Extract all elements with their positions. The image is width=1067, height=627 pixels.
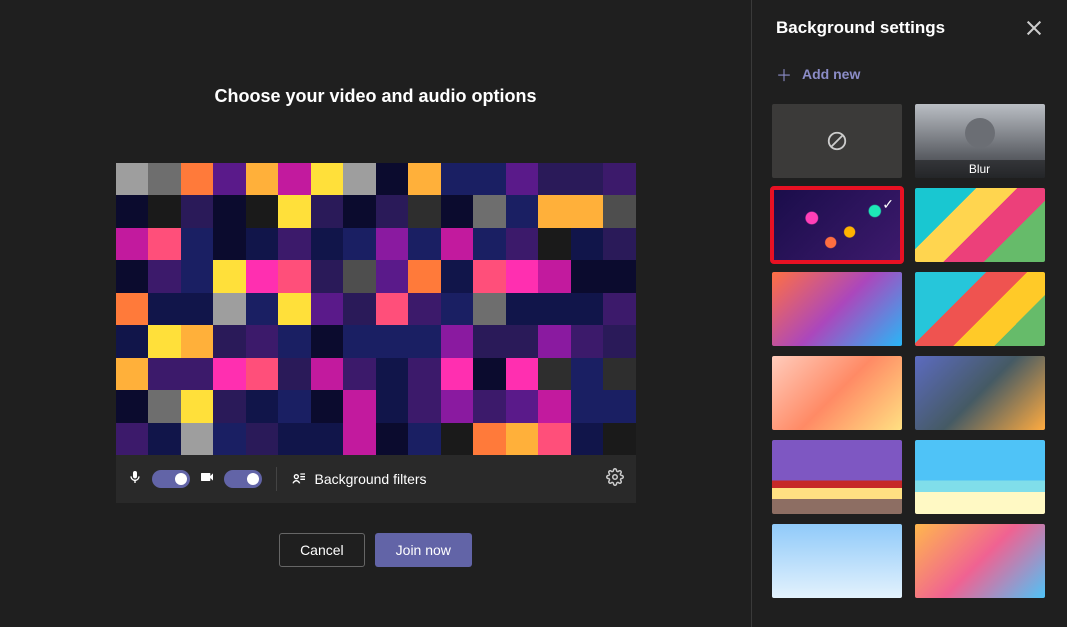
background-tile-hands[interactable]	[772, 272, 902, 346]
divider	[276, 467, 277, 491]
background-tile-beach[interactable]	[915, 440, 1045, 514]
add-new-button[interactable]: ＋ Add new	[752, 50, 1067, 104]
background-tile-vote[interactable]	[915, 272, 1045, 346]
main-area: Choose your video and audio options	[0, 0, 751, 627]
background-filters-label: Background filters	[315, 471, 427, 487]
background-tile-shelf[interactable]	[772, 440, 902, 514]
background-tile-lights[interactable]: ✓	[772, 188, 902, 262]
background-options-scroll[interactable]: Blur ✓	[752, 104, 1067, 627]
background-tile-sunset[interactable]	[915, 524, 1045, 598]
background-filters-icon	[291, 470, 307, 489]
mic-toggle[interactable]	[152, 470, 190, 488]
background-tile-living[interactable]	[915, 356, 1045, 430]
action-buttons: Cancel Join now	[0, 533, 751, 567]
video-wrap: Background filters	[116, 163, 636, 503]
camera-icon	[198, 469, 216, 490]
background-tile-tropical[interactable]	[915, 188, 1045, 262]
background-tile-none[interactable]	[772, 104, 902, 178]
panel-title: Background settings	[776, 18, 945, 38]
background-tile-blur[interactable]: Blur	[915, 104, 1045, 178]
background-tile-sky[interactable]	[772, 524, 902, 598]
background-settings-panel: Background settings ＋ Add new Blur ✓	[751, 0, 1067, 627]
blur-label: Blur	[915, 160, 1045, 178]
add-new-label: Add new	[802, 66, 860, 82]
plus-icon: ＋	[776, 62, 792, 86]
mic-icon	[126, 469, 144, 490]
video-preview	[116, 163, 636, 455]
page-title: Choose your video and audio options	[0, 86, 751, 107]
background-options-grid: Blur ✓	[772, 104, 1047, 598]
background-filters-button[interactable]: Background filters	[291, 470, 427, 489]
close-button[interactable]	[1025, 19, 1043, 37]
settings-button[interactable]	[606, 468, 626, 491]
cancel-button[interactable]: Cancel	[279, 533, 365, 567]
check-icon: ✓	[882, 196, 894, 213]
background-tile-cake[interactable]	[772, 356, 902, 430]
controls-bar: Background filters	[116, 455, 636, 503]
camera-toggle[interactable]	[224, 470, 262, 488]
join-now-button[interactable]: Join now	[375, 533, 472, 567]
